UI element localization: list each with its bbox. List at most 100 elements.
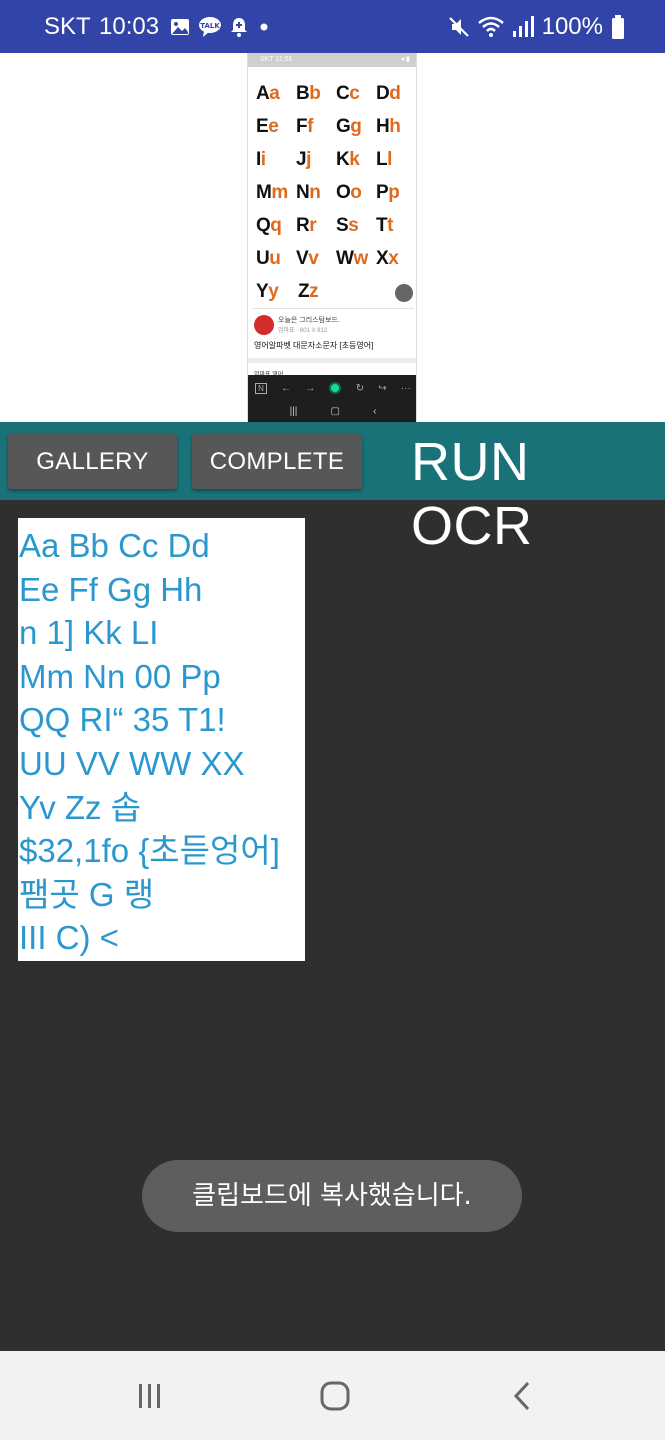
alphabet-pair: Bb	[296, 83, 336, 105]
lowercase-letter: n	[309, 181, 321, 203]
alphabet-row: Ee Ff Gg Hh	[256, 110, 416, 143]
run-ocr-button[interactable]: RUN OCR	[411, 430, 665, 558]
divider	[252, 308, 414, 309]
notification-icons: TALK	[170, 14, 272, 40]
lowercase-letter: d	[389, 82, 401, 104]
battery-percent: 100%	[541, 13, 603, 40]
gallery-button[interactable]: GALLERY	[8, 434, 177, 489]
naver-icon: N	[255, 382, 267, 394]
thumb-recent-icon: |||	[289, 405, 298, 417]
alphabet-pair: Ww	[336, 248, 376, 270]
ocr-line: Aa Bb Cc Dd	[19, 527, 210, 564]
ocr-line: UU VV WW XX	[19, 744, 245, 782]
lowercase-letter: s	[348, 214, 359, 236]
alphabet-pair: Hh	[376, 116, 416, 138]
lowercase-letter: m	[271, 181, 288, 203]
alphabet-pair: Yy	[256, 281, 298, 303]
lowercase-letter: e	[268, 115, 279, 137]
preview-screenshot: SKT 11:01 ◂ ▮ Aa Bb Cc Dd Ee Ff Gg Hh Ii Jj Kk Ll Mm…	[247, 53, 417, 422]
home-icon[interactable]	[315, 1379, 355, 1413]
back-arrow-icon: ←	[281, 382, 292, 394]
lowercase-letter: p	[388, 181, 400, 203]
lowercase-letter: y	[268, 280, 279, 302]
ocr-result-text[interactable]: Aa Bb Cc Dd Ee Ff Gg Hh n 1] Kk LI Mm Nn 00…	[18, 518, 305, 961]
lowercase-letter: g	[350, 115, 362, 137]
ocr-line: 팸곳 G 랭	[19, 875, 155, 913]
uppercase-letter: Z	[298, 280, 310, 302]
uppercase-letter: K	[336, 148, 350, 170]
uppercase-letter: F	[296, 115, 308, 137]
uppercase-letter: U	[256, 247, 270, 269]
complete-button[interactable]: COMPLETE	[192, 434, 362, 489]
uppercase-letter: X	[376, 247, 389, 269]
uppercase-letter: Y	[256, 280, 269, 302]
alphabet-pair: Ii	[256, 149, 296, 171]
lowercase-letter: z	[309, 280, 319, 302]
forward-arrow-icon: →	[305, 382, 316, 394]
alphabet-pair: Xx	[376, 248, 416, 270]
ocr-line: $32,1fo {초듣엉어]	[19, 832, 280, 870]
uppercase-letter: H	[376, 115, 390, 137]
carrier-label: SKT	[44, 13, 91, 40]
alphabet-pair: Rr	[296, 215, 336, 237]
alphabet-pair: Ll	[376, 149, 416, 171]
back-icon[interactable]	[502, 1379, 542, 1413]
thumb-status-bar: SKT 11:01 ◂ ▮	[248, 53, 416, 67]
lowercase-letter: v	[308, 247, 319, 269]
divider	[248, 358, 416, 363]
lowercase-letter: x	[388, 247, 399, 269]
alphabet-pair: Kk	[336, 149, 376, 171]
uppercase-letter: R	[296, 214, 310, 236]
uppercase-letter: A	[256, 82, 270, 104]
alphabet-pair: Mm	[256, 182, 296, 204]
uppercase-letter: O	[336, 181, 351, 203]
lowercase-letter: k	[349, 148, 360, 170]
alphabet-pair: Ff	[296, 116, 336, 138]
image-icon	[171, 19, 189, 35]
dot-icon	[260, 23, 268, 31]
uppercase-letter: D	[376, 82, 390, 104]
lowercase-letter: b	[309, 82, 321, 104]
refresh-icon: ↻	[355, 382, 365, 394]
alphabet-row: Ii Jj Kk Ll	[256, 143, 416, 176]
uppercase-letter: G	[336, 115, 351, 137]
recent-apps-icon[interactable]	[130, 1379, 170, 1413]
ocr-line: Mm Nn 00 Pp	[19, 657, 221, 695]
lowercase-letter: t	[387, 214, 393, 236]
more-icon: ···	[400, 382, 411, 394]
uppercase-letter: T	[376, 214, 388, 236]
ocr-line: n 1] Kk LI	[19, 614, 159, 652]
lowercase-letter: h	[389, 115, 401, 137]
alphabet-pair: Cc	[336, 83, 376, 105]
blog-avatar	[254, 315, 274, 335]
alphabet-pair: Jj	[296, 149, 336, 171]
signal-icon	[512, 16, 534, 37]
floating-button-icon	[395, 284, 413, 302]
mute-icon	[448, 17, 469, 37]
alphabet-pair: Ee	[256, 116, 296, 138]
lowercase-letter: a	[269, 82, 280, 104]
blog-name: 오늘은 그리스탐보드.	[278, 317, 340, 324]
talk-icon: TALK	[199, 17, 221, 37]
alphabet-pair: Pp	[376, 182, 416, 204]
uppercase-letter: J	[296, 148, 307, 170]
system-nav-bar	[0, 1351, 665, 1440]
alphabet-pair: Oo	[336, 182, 376, 204]
lowercase-letter: f	[307, 115, 313, 137]
alphabet-grid: Aa Bb Cc Dd Ee Ff Gg Hh Ii Jj Kk Ll Mm Nn Oo Pp Qq Rr Ss Tt…	[256, 77, 416, 308]
alphabet-pair: Aa	[256, 83, 296, 105]
uppercase-letter: Q	[256, 214, 271, 236]
lowercase-letter: u	[269, 247, 281, 269]
uppercase-letter: V	[296, 247, 309, 269]
alphabet-pair: Qq	[256, 215, 296, 237]
uppercase-letter: P	[376, 181, 389, 203]
wifi-icon	[477, 16, 504, 37]
action-toolbar: GALLERY COMPLETE RUN OCR	[0, 422, 665, 556]
lowercase-letter: q	[270, 214, 282, 236]
system-status-icons: 100%	[448, 12, 625, 42]
uppercase-letter: M	[256, 181, 272, 203]
post-title: 영어알파벳 대문자소문자 [초등영어]	[254, 341, 374, 350]
share-icon: ↪	[378, 382, 387, 394]
uppercase-letter: C	[336, 82, 350, 104]
alphabet-pair: Uu	[256, 248, 296, 270]
